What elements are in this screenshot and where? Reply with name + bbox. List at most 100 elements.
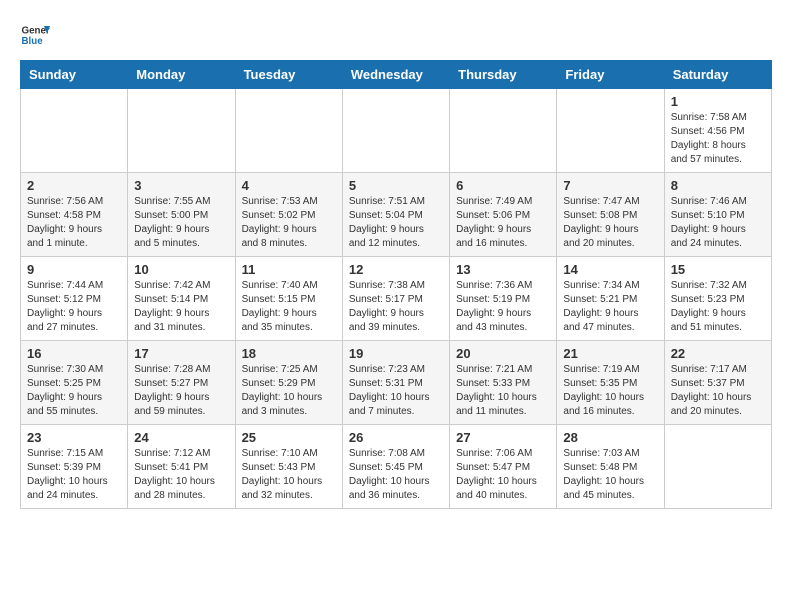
- day-number: 2: [27, 178, 121, 193]
- day-info: Sunrise: 7:58 AM Sunset: 4:56 PM Dayligh…: [671, 111, 765, 167]
- day-number: 21: [563, 346, 657, 361]
- day-info: Sunrise: 7:44 AM Sunset: 5:12 PM Dayligh…: [27, 279, 121, 335]
- calendar-cell: 9 Sunrise: 7:44 AM Sunset: 5:12 PM Daylig…: [21, 257, 128, 341]
- calendar-cell: [664, 425, 771, 509]
- day-info: Sunrise: 7:32 AM Sunset: 5:23 PM Dayligh…: [671, 279, 765, 335]
- calendar-cell: 2 Sunrise: 7:56 AM Sunset: 4:58 PM Daylig…: [21, 173, 128, 257]
- day-info: Sunrise: 7:30 AM Sunset: 5:25 PM Dayligh…: [27, 363, 121, 419]
- page-header: General Blue: [20, 20, 772, 50]
- day-info: Sunrise: 7:03 AM Sunset: 5:48 PM Dayligh…: [563, 447, 657, 503]
- day-number: 11: [242, 262, 336, 277]
- day-info: Sunrise: 7:08 AM Sunset: 5:45 PM Dayligh…: [349, 447, 443, 503]
- day-number: 1: [671, 94, 765, 109]
- day-info: Sunrise: 7:17 AM Sunset: 5:37 PM Dayligh…: [671, 363, 765, 419]
- day-info: Sunrise: 7:47 AM Sunset: 5:08 PM Dayligh…: [563, 195, 657, 251]
- calendar-cell: 12 Sunrise: 7:38 AM Sunset: 5:17 PM Dayli…: [342, 257, 449, 341]
- calendar-cell: 6 Sunrise: 7:49 AM Sunset: 5:06 PM Daylig…: [450, 173, 557, 257]
- calendar-cell: 11 Sunrise: 7:40 AM Sunset: 5:15 PM Dayli…: [235, 257, 342, 341]
- svg-text:Blue: Blue: [22, 36, 44, 47]
- day-number: 18: [242, 346, 336, 361]
- calendar-cell: [128, 89, 235, 173]
- day-number: 25: [242, 430, 336, 445]
- calendar-day-header: Saturday: [664, 61, 771, 89]
- day-info: Sunrise: 7:42 AM Sunset: 5:14 PM Dayligh…: [134, 279, 228, 335]
- calendar-cell: 5 Sunrise: 7:51 AM Sunset: 5:04 PM Daylig…: [342, 173, 449, 257]
- calendar-cell: [21, 89, 128, 173]
- calendar-week-row: 16 Sunrise: 7:30 AM Sunset: 5:25 PM Dayli…: [21, 341, 772, 425]
- day-number: 4: [242, 178, 336, 193]
- day-number: 12: [349, 262, 443, 277]
- calendar-day-header: Monday: [128, 61, 235, 89]
- day-number: 22: [671, 346, 765, 361]
- logo: General Blue: [20, 20, 54, 50]
- calendar-cell: 17 Sunrise: 7:28 AM Sunset: 5:27 PM Dayli…: [128, 341, 235, 425]
- day-number: 3: [134, 178, 228, 193]
- calendar-cell: [235, 89, 342, 173]
- day-number: 8: [671, 178, 765, 193]
- calendar-cell: 4 Sunrise: 7:53 AM Sunset: 5:02 PM Daylig…: [235, 173, 342, 257]
- calendar-cell: 22 Sunrise: 7:17 AM Sunset: 5:37 PM Dayli…: [664, 341, 771, 425]
- calendar-table: SundayMondayTuesdayWednesdayThursdayFrid…: [20, 60, 772, 509]
- day-number: 23: [27, 430, 121, 445]
- day-number: 24: [134, 430, 228, 445]
- day-number: 17: [134, 346, 228, 361]
- calendar-cell: 16 Sunrise: 7:30 AM Sunset: 5:25 PM Dayli…: [21, 341, 128, 425]
- calendar-cell: 24Sunrise: 7:12 AM Sunset: 5:41 PM Dayli…: [128, 425, 235, 509]
- calendar-week-row: 23 Sunrise: 7:15 AM Sunset: 5:39 PM Dayli…: [21, 425, 772, 509]
- calendar-cell: 7 Sunrise: 7:47 AM Sunset: 5:08 PM Daylig…: [557, 173, 664, 257]
- calendar-cell: 19Sunrise: 7:23 AM Sunset: 5:31 PM Dayli…: [342, 341, 449, 425]
- calendar-cell: 14Sunrise: 7:34 AM Sunset: 5:21 PM Dayli…: [557, 257, 664, 341]
- day-number: 13: [456, 262, 550, 277]
- day-number: 28: [563, 430, 657, 445]
- day-number: 19: [349, 346, 443, 361]
- day-info: Sunrise: 7:28 AM Sunset: 5:27 PM Dayligh…: [134, 363, 228, 419]
- calendar-cell: 1 Sunrise: 7:58 AM Sunset: 4:56 PM Daylig…: [664, 89, 771, 173]
- calendar-cell: 15 Sunrise: 7:32 AM Sunset: 5:23 PM Dayli…: [664, 257, 771, 341]
- day-info: Sunrise: 7:56 AM Sunset: 4:58 PM Dayligh…: [27, 195, 121, 251]
- calendar-cell: 13Sunrise: 7:36 AM Sunset: 5:19 PM Dayli…: [450, 257, 557, 341]
- day-number: 26: [349, 430, 443, 445]
- calendar-cell: [342, 89, 449, 173]
- calendar-cell: 27 Sunrise: 7:06 AM Sunset: 5:47 PM Dayli…: [450, 425, 557, 509]
- calendar-day-header: Friday: [557, 61, 664, 89]
- calendar-cell: [557, 89, 664, 173]
- calendar-week-row: 1 Sunrise: 7:58 AM Sunset: 4:56 PM Daylig…: [21, 89, 772, 173]
- calendar-cell: [450, 89, 557, 173]
- day-number: 10: [134, 262, 228, 277]
- calendar-cell: 23 Sunrise: 7:15 AM Sunset: 5:39 PM Dayli…: [21, 425, 128, 509]
- day-number: 27: [456, 430, 550, 445]
- day-info: Sunrise: 7:53 AM Sunset: 5:02 PM Dayligh…: [242, 195, 336, 251]
- calendar-week-row: 9 Sunrise: 7:44 AM Sunset: 5:12 PM Daylig…: [21, 257, 772, 341]
- calendar-cell: 8 Sunrise: 7:46 AM Sunset: 5:10 PM Daylig…: [664, 173, 771, 257]
- day-info: Sunrise: 7:25 AM Sunset: 5:29 PM Dayligh…: [242, 363, 336, 419]
- calendar-day-header: Tuesday: [235, 61, 342, 89]
- day-number: 9: [27, 262, 121, 277]
- calendar-header-row: SundayMondayTuesdayWednesdayThursdayFrid…: [21, 61, 772, 89]
- day-info: Sunrise: 7:19 AM Sunset: 5:35 PM Dayligh…: [563, 363, 657, 419]
- calendar-cell: 21 Sunrise: 7:19 AM Sunset: 5:35 PM Dayli…: [557, 341, 664, 425]
- day-info: Sunrise: 7:40 AM Sunset: 5:15 PM Dayligh…: [242, 279, 336, 335]
- calendar-day-header: Wednesday: [342, 61, 449, 89]
- calendar-cell: 25 Sunrise: 7:10 AM Sunset: 5:43 PM Dayli…: [235, 425, 342, 509]
- day-number: 15: [671, 262, 765, 277]
- calendar-cell: 18 Sunrise: 7:25 AM Sunset: 5:29 PM Dayli…: [235, 341, 342, 425]
- calendar-cell: 10 Sunrise: 7:42 AM Sunset: 5:14 PM Dayli…: [128, 257, 235, 341]
- day-info: Sunrise: 7:06 AM Sunset: 5:47 PM Dayligh…: [456, 447, 550, 503]
- calendar-week-row: 2 Sunrise: 7:56 AM Sunset: 4:58 PM Daylig…: [21, 173, 772, 257]
- day-info: Sunrise: 7:15 AM Sunset: 5:39 PM Dayligh…: [27, 447, 121, 503]
- day-info: Sunrise: 7:55 AM Sunset: 5:00 PM Dayligh…: [134, 195, 228, 251]
- logo-icon: General Blue: [20, 20, 50, 50]
- calendar-cell: 26 Sunrise: 7:08 AM Sunset: 5:45 PM Dayli…: [342, 425, 449, 509]
- day-info: Sunrise: 7:49 AM Sunset: 5:06 PM Dayligh…: [456, 195, 550, 251]
- day-number: 5: [349, 178, 443, 193]
- day-number: 7: [563, 178, 657, 193]
- calendar-day-header: Thursday: [450, 61, 557, 89]
- day-number: 14: [563, 262, 657, 277]
- day-number: 16: [27, 346, 121, 361]
- day-info: Sunrise: 7:10 AM Sunset: 5:43 PM Dayligh…: [242, 447, 336, 503]
- day-info: Sunrise: 7:38 AM Sunset: 5:17 PM Dayligh…: [349, 279, 443, 335]
- day-number: 6: [456, 178, 550, 193]
- day-info: Sunrise: 7:46 AM Sunset: 5:10 PM Dayligh…: [671, 195, 765, 251]
- day-info: Sunrise: 7:51 AM Sunset: 5:04 PM Dayligh…: [349, 195, 443, 251]
- calendar-cell: 20Sunrise: 7:21 AM Sunset: 5:33 PM Dayli…: [450, 341, 557, 425]
